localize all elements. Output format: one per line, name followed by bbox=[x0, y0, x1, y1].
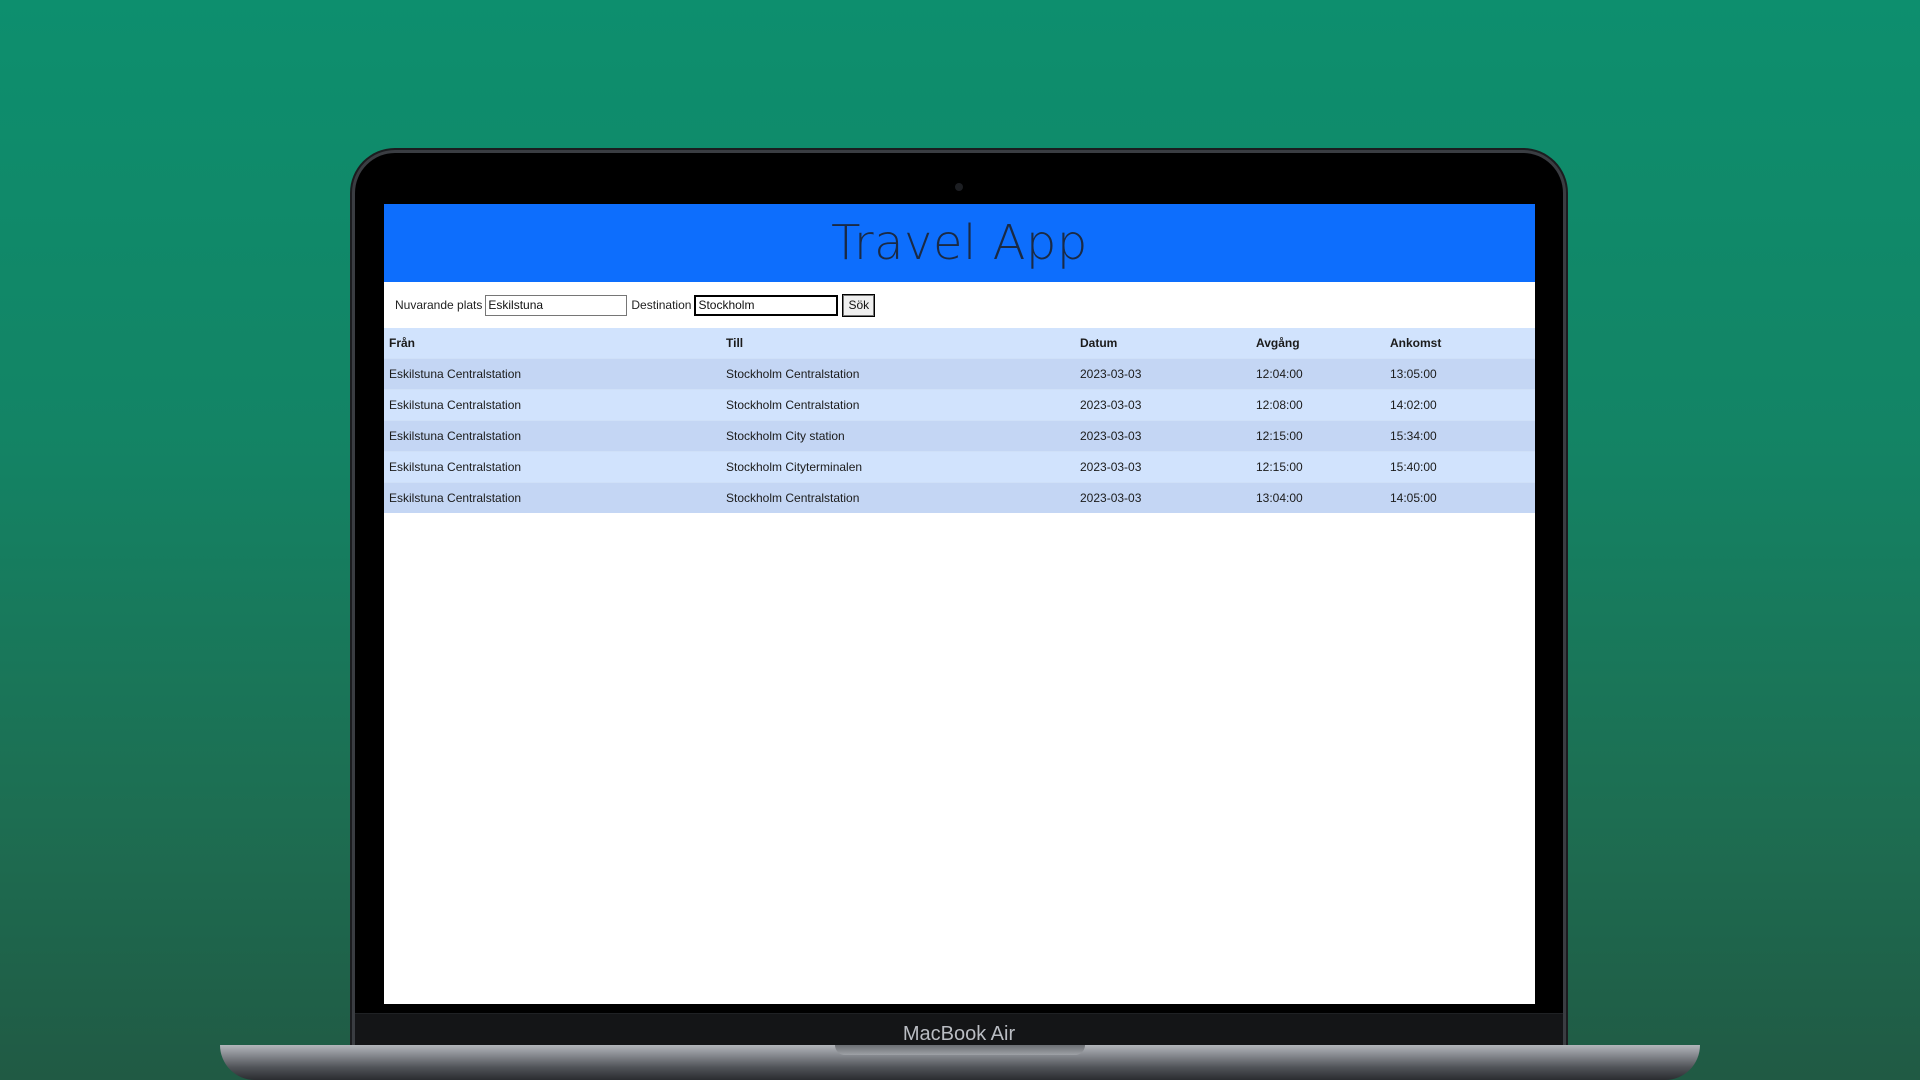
cell-from: Eskilstuna Centralstation bbox=[384, 420, 721, 452]
cell-to: Stockholm Cityterminalen bbox=[721, 451, 1075, 483]
cell-arrival: 14:05:00 bbox=[1385, 482, 1535, 513]
from-input[interactable] bbox=[485, 294, 628, 316]
column-header-arrival: Ankomst bbox=[1385, 328, 1535, 359]
cell-arrival: 14:02:00 bbox=[1385, 389, 1535, 421]
cell-date: 2023-03-03 bbox=[1075, 482, 1251, 513]
search-button[interactable]: Sök bbox=[842, 293, 876, 317]
cell-date: 2023-03-03 bbox=[1075, 389, 1251, 421]
cell-from: Eskilstuna Centralstation bbox=[384, 482, 721, 513]
column-header-date: Datum bbox=[1075, 328, 1251, 359]
table-header-row: Från Till Datum Avgång Ankomst bbox=[384, 328, 1535, 359]
cell-date: 2023-03-03 bbox=[1075, 451, 1251, 483]
cell-arrival: 13:05:00 bbox=[1385, 358, 1535, 390]
results-table: Från Till Datum Avgång Ankomst Eskilstun… bbox=[384, 328, 1535, 513]
table-row: Eskilstuna Centralstation Stockholm Cent… bbox=[384, 389, 1535, 421]
cell-departure: 12:04:00 bbox=[1251, 358, 1385, 390]
cell-from: Eskilstuna Centralstation bbox=[384, 389, 721, 421]
cell-to: Stockholm City station bbox=[721, 420, 1075, 452]
search-form: Nuvarande plats Destination Sök bbox=[384, 282, 1535, 328]
cell-date: 2023-03-03 bbox=[1075, 358, 1251, 390]
column-header-from: Från bbox=[384, 328, 721, 359]
destination-input[interactable] bbox=[694, 294, 839, 316]
table-row: Eskilstuna Centralstation Stockholm Cent… bbox=[384, 358, 1535, 390]
destination-label: Destination bbox=[631, 298, 692, 312]
cell-departure: 12:15:00 bbox=[1251, 451, 1385, 483]
cell-departure: 12:08:00 bbox=[1251, 389, 1385, 421]
app-header: Travel App bbox=[384, 204, 1535, 282]
cell-from: Eskilstuna Centralstation bbox=[384, 358, 721, 390]
cell-arrival: 15:34:00 bbox=[1385, 420, 1535, 452]
cell-to: Stockholm Centralstation bbox=[721, 389, 1075, 421]
camera-icon bbox=[955, 183, 963, 191]
cell-departure: 12:15:00 bbox=[1251, 420, 1385, 452]
page-title: Travel App bbox=[831, 215, 1088, 271]
laptop-notch bbox=[835, 1045, 1085, 1055]
cell-to: Stockholm Centralstation bbox=[721, 482, 1075, 513]
from-label: Nuvarande plats bbox=[395, 298, 483, 312]
cell-from: Eskilstuna Centralstation bbox=[384, 451, 721, 483]
cell-arrival: 15:40:00 bbox=[1385, 451, 1535, 483]
laptop-base bbox=[220, 1045, 1700, 1080]
column-header-departure: Avgång bbox=[1251, 328, 1385, 359]
column-header-to: Till bbox=[721, 328, 1075, 359]
app-screen: Travel App Nuvarande plats Destination S… bbox=[384, 204, 1535, 1004]
cell-to: Stockholm Centralstation bbox=[721, 358, 1075, 390]
cell-date: 2023-03-03 bbox=[1075, 420, 1251, 452]
table-row: Eskilstuna Centralstation Stockholm Cent… bbox=[384, 482, 1535, 513]
table-row: Eskilstuna Centralstation Stockholm City… bbox=[384, 420, 1535, 452]
cell-departure: 13:04:00 bbox=[1251, 482, 1385, 513]
table-row: Eskilstuna Centralstation Stockholm City… bbox=[384, 451, 1535, 483]
